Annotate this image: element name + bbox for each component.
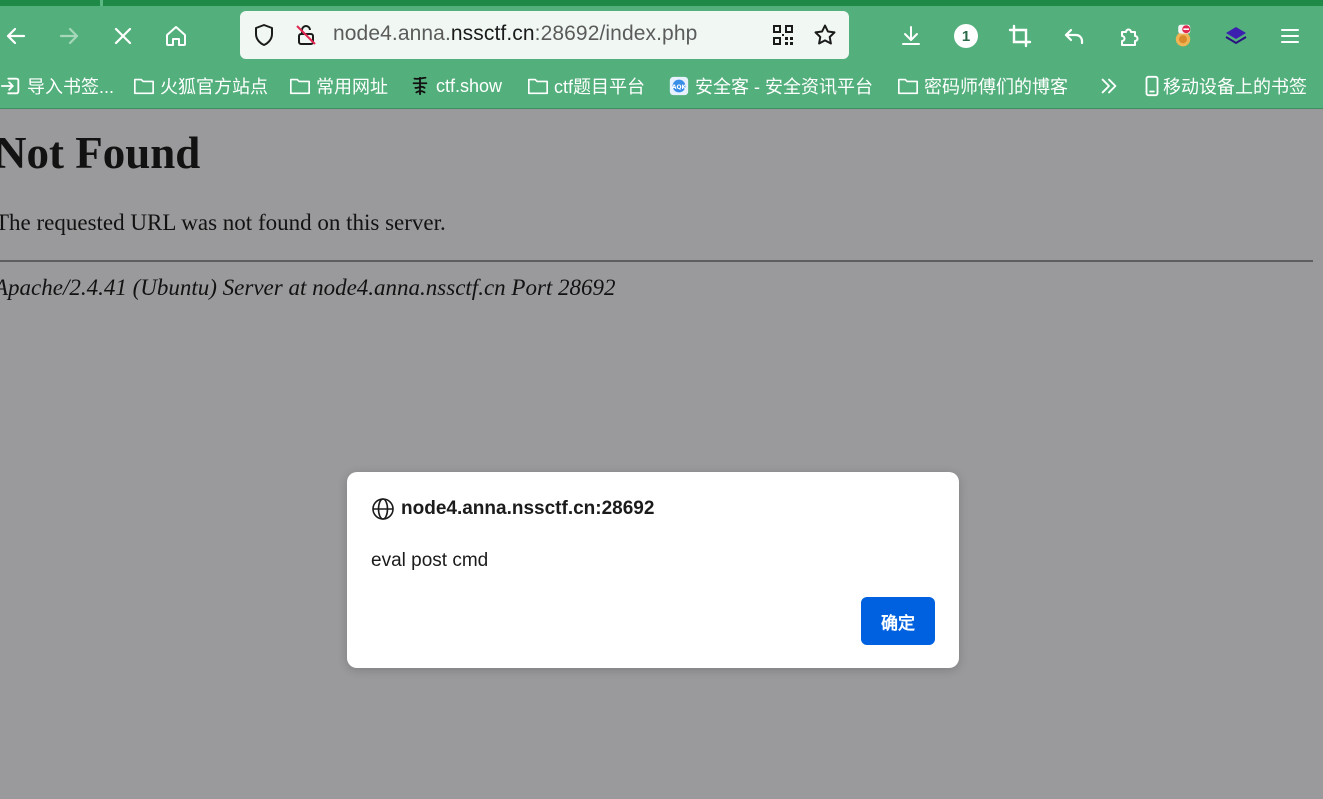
extensions-button[interactable]: [1113, 20, 1145, 52]
double-chevron-right-icon: [1101, 78, 1117, 94]
download-icon: [902, 26, 920, 45]
layers-icon: [1225, 27, 1247, 45]
mobile-icon: [1145, 75, 1159, 97]
bookmark-label: 常用网址: [316, 77, 388, 97]
url-host: nssctf.cn: [450, 22, 535, 45]
bookmark-mobile[interactable]: 移动设备上的书签: [1141, 74, 1307, 98]
url-prefix: node4.anna.: [333, 22, 451, 45]
import-icon: [0, 77, 20, 95]
url-bar[interactable]: node4.anna.nssctf.cn:28692/index.php: [240, 11, 849, 59]
home-icon: [166, 26, 186, 46]
error-message: The requested URL was not found on this …: [0, 210, 446, 235]
url-text[interactable]: node4.anna.nssctf.cn:28692/index.php: [333, 22, 697, 46]
stop-loading-button[interactable]: [107, 20, 139, 52]
screenshot-crop-button[interactable]: [1004, 20, 1036, 52]
bookmark-ctf-platform[interactable]: ctf题目平台: [527, 74, 645, 98]
back-button[interactable]: [0, 20, 32, 52]
bookmark-label: 安全客 - 安全资讯平台: [695, 77, 873, 97]
bookmark-firefox-official[interactable]: 火狐官方站点: [133, 74, 268, 98]
bookmark-star-icon[interactable]: [813, 23, 837, 47]
bookmark-label: 密码师傅们的博客: [924, 77, 1068, 97]
server-signature: Apache/2.4.41 (Ubuntu) Server at node4.a…: [0, 275, 616, 300]
bookmark-label: 导入书签...: [27, 77, 115, 97]
puzzle-icon: [1121, 28, 1139, 46]
badge-count: 1: [954, 24, 978, 48]
tracking-protection-icon[interactable]: [252, 23, 276, 47]
folder-icon: [898, 78, 918, 95]
ok-button[interactable]: 确定: [861, 597, 935, 645]
navigation-toolbar: node4.anna.nssctf.cn:28692/index.php 1: [0, 6, 1323, 64]
bookmark-label: ctf.show: [436, 75, 503, 96]
extension-badge-button[interactable]: 1: [950, 20, 982, 52]
page-title: Not Found: [0, 128, 201, 178]
anquanke-icon: AQK: [669, 76, 689, 96]
divider: [0, 260, 1313, 262]
bookmark-label: 移动设备上的书签: [1163, 77, 1307, 97]
qr-code-icon[interactable]: [771, 23, 795, 47]
bookmark-ctfshow[interactable]: ctf.show: [409, 74, 502, 98]
folder-icon: [528, 78, 548, 95]
arrow-left-icon: [6, 27, 26, 45]
bookmark-anquanke[interactable]: AQK 安全客 - 安全资讯平台: [668, 74, 873, 98]
crop-icon: [1008, 24, 1032, 48]
url-suffix: :28692/index.php: [534, 22, 698, 45]
bookmark-label: 火狐官方站点: [160, 77, 268, 97]
close-icon: [114, 27, 132, 45]
globe-icon: [372, 498, 394, 520]
bookmarks-toolbar: 导入书签... 火狐官方站点 常用网址 ctf.show ctf题目平台 AQK…: [0, 64, 1323, 109]
ctfshow-icon: [412, 76, 428, 96]
downloads-button[interactable]: [895, 20, 927, 52]
profile-extension-button[interactable]: [1167, 20, 1199, 52]
bookmark-crypto-blogs[interactable]: 密码师傅们的博客: [897, 74, 1068, 98]
svg-text:AQK: AQK: [672, 84, 687, 91]
arrow-right-icon: [59, 27, 79, 45]
app-menu-button[interactable]: [1274, 20, 1306, 52]
dialog-origin: node4.anna.nssctf.cn:28692: [401, 498, 655, 519]
hamburger-menu-icon: [1281, 29, 1299, 43]
dialog-message: eval post cmd: [371, 550, 489, 571]
folder-icon: [290, 78, 310, 95]
undo-button[interactable]: [1058, 20, 1090, 52]
bookmark-common-sites[interactable]: 常用网址: [289, 74, 388, 98]
alert-dialog: node4.anna.nssctf.cn:28692 eval post cmd…: [347, 472, 959, 668]
page-content: Not Found The requested URL was not foun…: [0, 109, 1323, 799]
folder-icon: [134, 78, 154, 95]
forward-button[interactable]: [53, 20, 85, 52]
home-button[interactable]: [160, 20, 192, 52]
insecure-lock-icon[interactable]: [294, 23, 318, 47]
undo-icon: [1064, 28, 1084, 45]
bookmarks-overflow-button[interactable]: [1098, 74, 1120, 98]
layers-extension-button[interactable]: [1220, 20, 1252, 52]
avatar-extension-icon: [1175, 24, 1191, 47]
bookmark-label: ctf题目平台: [554, 77, 646, 97]
bookmark-import[interactable]: 导入书签...: [0, 74, 114, 98]
